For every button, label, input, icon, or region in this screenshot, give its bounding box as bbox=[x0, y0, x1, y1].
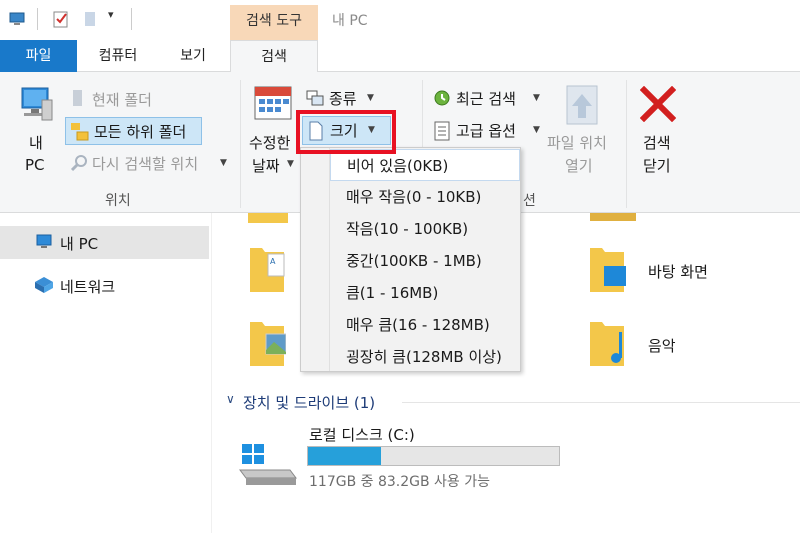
recent-searches-button[interactable]: 최근 검색 bbox=[456, 88, 516, 109]
pictures-folder-icon[interactable] bbox=[248, 318, 286, 368]
subfolders-icon bbox=[71, 123, 89, 141]
desktop-folder-icon[interactable] bbox=[588, 244, 626, 294]
close-search-label-1[interactable]: 검색 bbox=[643, 132, 671, 153]
options-group-label: 션 bbox=[523, 193, 536, 209]
size-option-small[interactable]: 작음(10 - 100KB) bbox=[330, 213, 520, 245]
search-again-icon bbox=[70, 155, 87, 172]
section-divider bbox=[402, 402, 800, 403]
window-title: 내 PC bbox=[332, 13, 368, 29]
computer-icon[interactable] bbox=[8, 10, 26, 28]
nav-item-network[interactable]: 네트워크 bbox=[60, 276, 115, 297]
documents-folder-icon[interactable]: A bbox=[248, 244, 286, 294]
folder-label-music[interactable]: 음악 bbox=[648, 335, 676, 356]
open-file-location-icon bbox=[566, 85, 598, 125]
new-folder-icon[interactable] bbox=[82, 10, 100, 28]
chevron-down-icon[interactable]: ∨ bbox=[226, 392, 235, 406]
kind-icon bbox=[306, 90, 324, 106]
this-pc-label-1[interactable]: 내 bbox=[29, 132, 43, 153]
folder-label-desktop[interactable]: 바탕 화면 bbox=[648, 261, 708, 282]
recent-searches-icon bbox=[434, 90, 450, 106]
search-again-option[interactable]: 다시 검색할 위치 bbox=[92, 153, 198, 174]
calendar-icon bbox=[254, 86, 292, 120]
kind-filter-button[interactable]: 종류 bbox=[329, 88, 357, 109]
current-folder-icon bbox=[73, 90, 82, 106]
tab-view[interactable]: 보기 bbox=[160, 40, 226, 72]
hard-drive-icon[interactable] bbox=[238, 440, 298, 486]
this-pc-label-2[interactable]: PC bbox=[25, 156, 45, 174]
all-subfolders-label: 모든 하위 폴더 bbox=[94, 123, 187, 141]
size-option-large[interactable]: 큼(1 - 16MB) bbox=[330, 277, 520, 309]
drive-name[interactable]: 로컬 디스크 (C:) bbox=[309, 424, 415, 445]
qat-divider bbox=[131, 8, 132, 30]
close-search-label-2[interactable]: 닫기 bbox=[643, 155, 671, 176]
advanced-options-icon bbox=[434, 121, 450, 141]
size-option-tiny[interactable]: 매우 작음(0 - 10KB) bbox=[330, 181, 520, 213]
date-modified-label-2[interactable]: 날짜 bbox=[252, 155, 280, 176]
drive-usage-bar bbox=[307, 446, 560, 466]
group-separator bbox=[626, 80, 627, 208]
size-option-medium[interactable]: 중간(100KB - 1MB) bbox=[330, 245, 520, 277]
music-folder-icon[interactable] bbox=[588, 318, 626, 368]
size-dropdown-menu: 비어 있음(0KB) 매우 작음(0 - 10KB) 작음(10 - 100KB… bbox=[300, 147, 521, 372]
current-folder-option[interactable]: 현재 폴더 bbox=[92, 89, 152, 110]
group-separator bbox=[240, 80, 241, 208]
location-group-label: 위치 bbox=[105, 193, 131, 209]
nav-item-this-pc[interactable] bbox=[0, 226, 209, 259]
size-option-gigantic[interactable]: 굉장히 큼(128MB 이상) bbox=[330, 341, 520, 373]
drive-free-space: 117GB 중 83.2GB 사용 가능 bbox=[309, 474, 491, 490]
chevron-down-icon: ▼ bbox=[287, 159, 294, 169]
folder-icon[interactable] bbox=[248, 213, 288, 223]
this-pc-icon bbox=[21, 87, 53, 121]
size-option-huge[interactable]: 매우 큼(16 - 128MB) bbox=[330, 309, 520, 341]
advanced-options-button[interactable]: 고급 옵션 bbox=[456, 120, 516, 141]
nav-item-this-pc-label: 내 PC bbox=[60, 235, 99, 253]
tab-computer[interactable]: 컴퓨터 bbox=[85, 40, 151, 72]
title-bar bbox=[0, 0, 800, 40]
highlight-box bbox=[296, 110, 396, 154]
tab-search[interactable]: 검색 bbox=[230, 40, 318, 73]
devices-section-header[interactable]: 장치 및 드라이브 (1) bbox=[243, 392, 375, 413]
date-modified-label-1[interactable]: 수정한 bbox=[249, 132, 290, 153]
computer-icon bbox=[36, 234, 52, 248]
close-icon bbox=[640, 86, 676, 122]
svg-text:A: A bbox=[270, 257, 276, 266]
open-file-location-label-2[interactable]: 열기 bbox=[565, 155, 593, 176]
tab-file[interactable]: 파일 bbox=[0, 40, 77, 72]
properties-icon[interactable] bbox=[52, 10, 70, 28]
menu-gutter bbox=[301, 148, 330, 371]
open-file-location-label-1[interactable]: 파일 위치 bbox=[547, 132, 607, 153]
qat-divider bbox=[37, 8, 38, 30]
chevron-down-icon: ▼ bbox=[220, 158, 227, 168]
navigation-pane bbox=[0, 213, 212, 533]
search-tools-context-label: 검색 도구 bbox=[230, 5, 318, 40]
network-icon bbox=[35, 277, 53, 293]
drive-usage-fill bbox=[308, 447, 381, 465]
chevron-down-icon: ▼ bbox=[367, 93, 374, 103]
folder-icon[interactable] bbox=[590, 213, 636, 221]
chevron-down-icon: ▼ bbox=[533, 125, 540, 135]
chevron-down-icon: ▼ bbox=[533, 93, 540, 103]
customize-qat-icon[interactable]: ▾ bbox=[108, 8, 114, 21]
